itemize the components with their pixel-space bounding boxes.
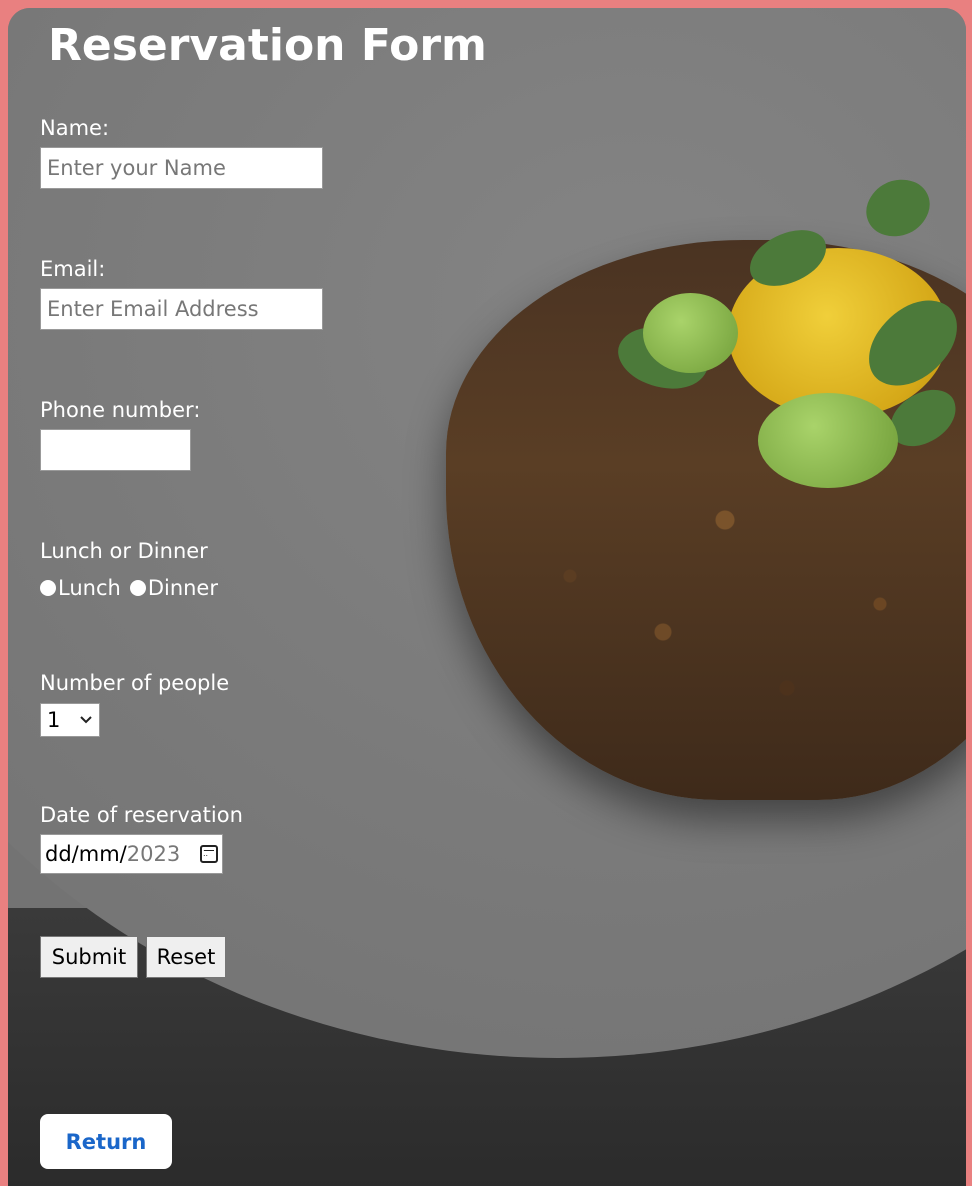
phone-input[interactable] (40, 429, 191, 471)
page-title: Reservation Form (48, 20, 487, 71)
calendar-icon[interactable] (200, 845, 218, 863)
people-label: Number of people (40, 671, 230, 695)
lunch-radio[interactable] (40, 580, 56, 596)
dinner-radio-label[interactable]: Dinner (148, 576, 218, 600)
email-label: Email: (40, 257, 106, 281)
email-input[interactable] (40, 288, 323, 330)
lunch-radio-label[interactable]: Lunch (58, 576, 121, 600)
page-frame: Reservation Form Name: Email: Phone numb… (8, 8, 966, 1186)
date-year-placeholder: 2023 (126, 842, 181, 866)
reservation-form: Reservation Form Name: Email: Phone numb… (8, 8, 966, 1186)
return-button[interactable]: Return (40, 1114, 172, 1169)
submit-button[interactable]: Submit (40, 936, 138, 978)
reset-button[interactable]: Reset (146, 936, 226, 978)
name-label: Name: (40, 116, 110, 140)
name-input[interactable] (40, 147, 323, 189)
date-label: Date of reservation (40, 803, 243, 827)
chevron-down-icon (80, 716, 92, 724)
date-entered-text: dd/mm/ (45, 842, 127, 866)
dinner-radio[interactable] (129, 580, 146, 596)
meal-label: Lunch or Dinner (40, 539, 208, 563)
people-select-value: 1 (47, 708, 61, 732)
date-input[interactable]: dd/mm/ 2023 (40, 834, 223, 874)
people-select[interactable]: 1 (40, 703, 100, 737)
meal-radio-group: Lunch Dinner (40, 576, 218, 600)
phone-label: Phone number: (40, 398, 201, 422)
